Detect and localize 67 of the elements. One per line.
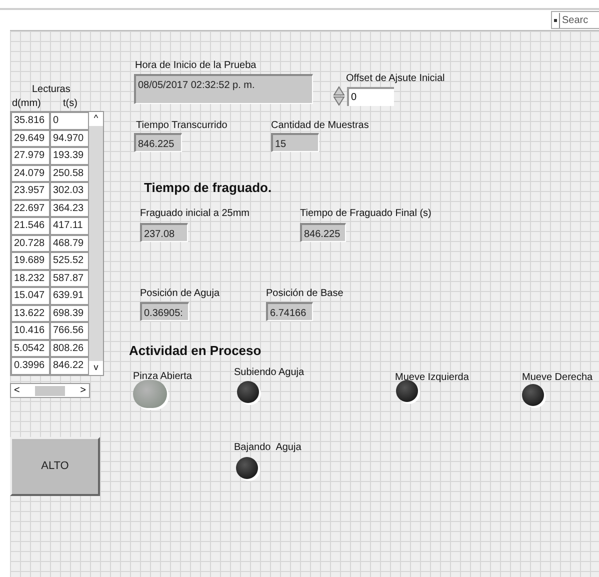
indicator-label: Mueve Derecha bbox=[522, 371, 593, 385]
table-cell: 24.079 bbox=[11, 164, 50, 182]
final-setting-display: 846.225 bbox=[300, 223, 346, 242]
table-cell: 22.697 bbox=[11, 200, 50, 217]
scroll-down-button[interactable]: v bbox=[89, 361, 103, 374]
indicator-label: Pinza Abierta bbox=[133, 370, 192, 384]
table-cell: 13.622 bbox=[11, 304, 50, 322]
table-cell: 27.979 bbox=[11, 147, 50, 164]
spinner-icon[interactable] bbox=[333, 86, 345, 106]
scroll-left-button[interactable]: < bbox=[14, 383, 20, 398]
table-cell: 250.58 bbox=[50, 164, 89, 182]
field-label: Tiempo de Fraguado Final (s) bbox=[300, 207, 432, 221]
table-cell: 846.22 bbox=[50, 357, 89, 374]
table-cell: 20.728 bbox=[11, 234, 50, 252]
table-cell: 698.39 bbox=[50, 304, 89, 322]
field-label: Fraguado inicial a 25mm bbox=[140, 207, 250, 221]
table-cell: 15.047 bbox=[11, 287, 50, 304]
horizontal-scrollbar[interactable]: < > bbox=[10, 383, 90, 398]
base-position-display: 6.74166 bbox=[266, 302, 313, 321]
search-field[interactable]: Searc bbox=[551, 11, 599, 29]
section-title: Actividad en Proceso bbox=[129, 342, 262, 360]
table-cell: 0.3996 bbox=[11, 357, 50, 374]
needle-position-display: 0.36905: bbox=[140, 302, 189, 321]
indicator-label: Subiendo Aguja bbox=[234, 366, 304, 380]
table-cell: 302.03 bbox=[50, 182, 89, 200]
table-cell: 5.0542 bbox=[11, 340, 50, 357]
vertical-scrollbar[interactable]: ^ v bbox=[89, 112, 103, 374]
column-header: d(mm) bbox=[12, 97, 41, 111]
field-label: Hora de Inicio de la Prueba bbox=[135, 59, 256, 73]
samples-display: 15 bbox=[271, 133, 319, 152]
table-cell: 766.56 bbox=[50, 322, 89, 340]
table-cell: 10.416 bbox=[11, 322, 50, 340]
bullet-icon bbox=[554, 18, 557, 22]
indicator-label: Bajando Aguja bbox=[234, 441, 302, 455]
column-header: t(s) bbox=[63, 97, 78, 111]
table-cell: 29.649 bbox=[11, 130, 50, 147]
field-label: Tiempo Transcurrido bbox=[136, 119, 228, 133]
offset-input[interactable]: 0 bbox=[347, 87, 394, 106]
indicator-label: Mueve Izquierda bbox=[395, 371, 469, 385]
table-cell: 94.970 bbox=[50, 130, 89, 147]
table-cell: 525.52 bbox=[50, 252, 89, 270]
stop-button[interactable]: ALTO bbox=[10, 437, 100, 496]
start-time-display: 08/05/2017 02:32:52 p. m. bbox=[134, 74, 313, 104]
table-cell: 23.957 bbox=[11, 182, 50, 200]
table-cell: 639.91 bbox=[50, 287, 89, 304]
field-label: Offset de Ajsute Inicial bbox=[346, 72, 445, 86]
section-title: Tiempo de fraguado. bbox=[144, 179, 272, 197]
table-title: Lecturas bbox=[32, 83, 70, 97]
table-cell: 21.546 bbox=[11, 217, 50, 234]
field-label: Cantidad de Muestras bbox=[271, 119, 369, 133]
table-cell: 468.79 bbox=[50, 234, 89, 252]
table-cell: 18.232 bbox=[11, 270, 50, 287]
elapsed-display: 846.225 bbox=[134, 133, 182, 152]
scroll-up-button[interactable]: ^ bbox=[89, 112, 103, 126]
table-cell: 587.87 bbox=[50, 270, 89, 287]
initial-setting-display: 237.08 bbox=[140, 223, 188, 242]
table-cell: 364.23 bbox=[50, 200, 89, 217]
table-cell: 19.689 bbox=[11, 252, 50, 270]
table-cell: 193.39 bbox=[50, 147, 89, 164]
field-label: Posición de Base bbox=[266, 287, 344, 301]
table-cell: 808.26 bbox=[50, 340, 89, 357]
scroll-right-button[interactable]: > bbox=[80, 383, 86, 398]
table-cell: 35.816 bbox=[11, 112, 50, 130]
scrollbar-thumb[interactable] bbox=[35, 386, 65, 396]
table-cell: 0 bbox=[50, 112, 89, 130]
table-cell: 417.11 bbox=[50, 217, 89, 234]
field-label: Posición de Aguja bbox=[140, 287, 220, 301]
